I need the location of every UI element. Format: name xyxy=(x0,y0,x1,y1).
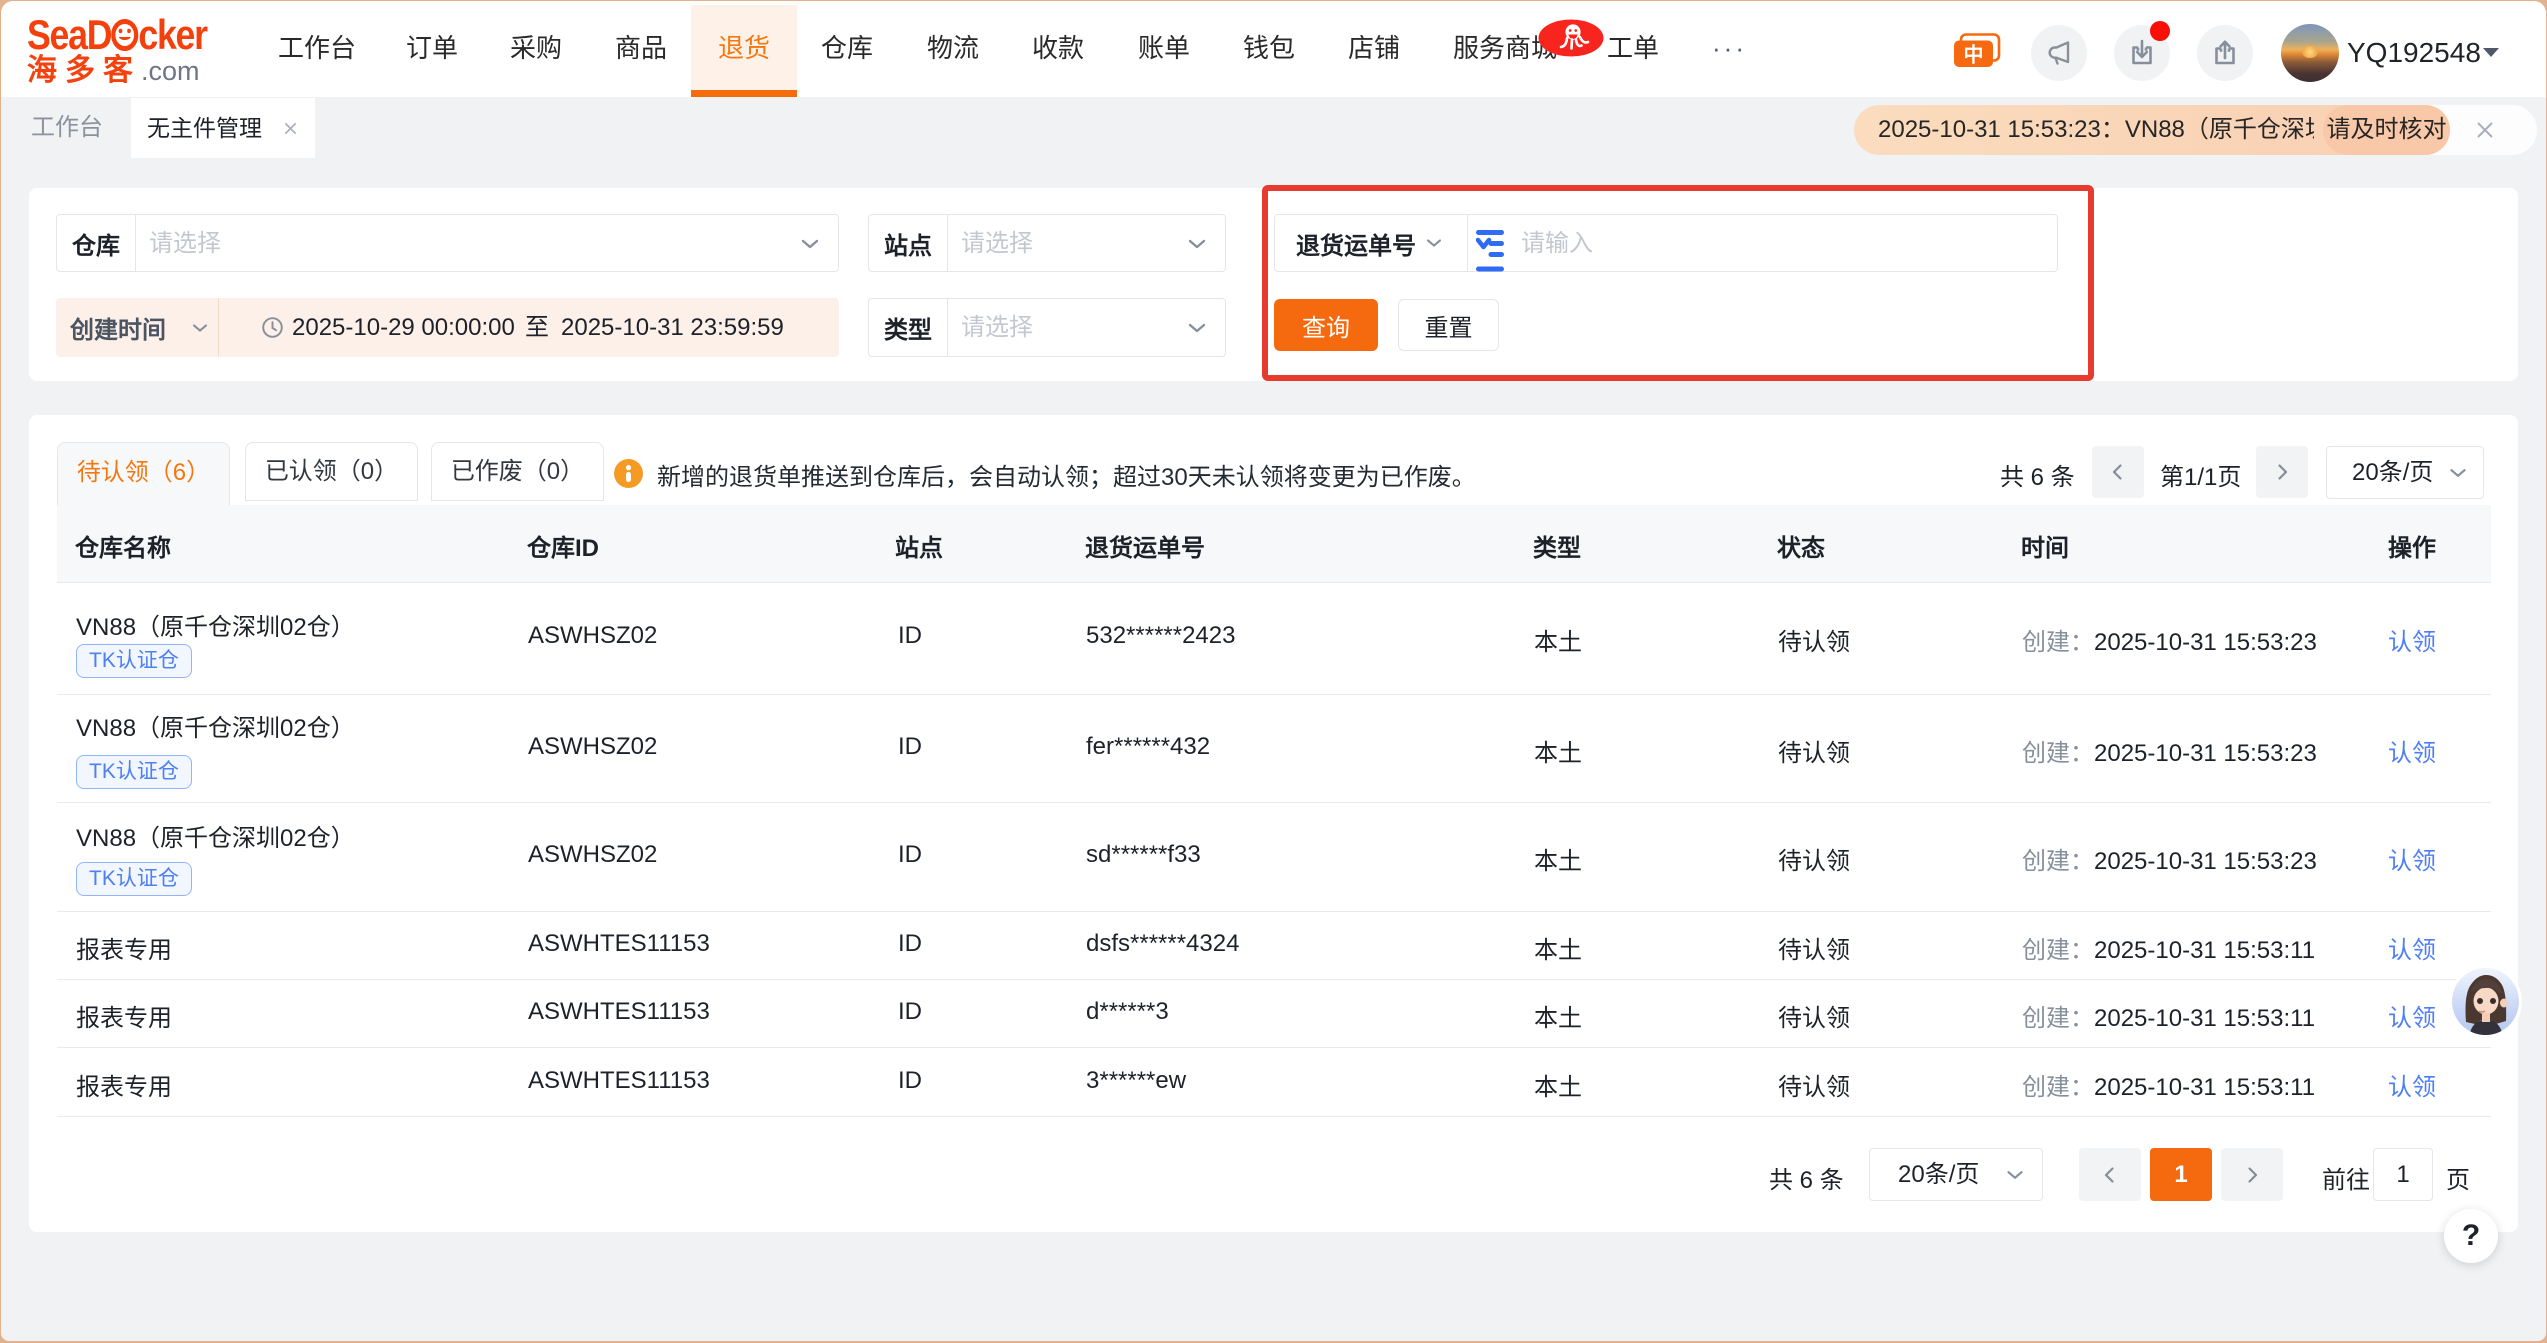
svg-text:中: 中 xyxy=(1964,43,1984,67)
